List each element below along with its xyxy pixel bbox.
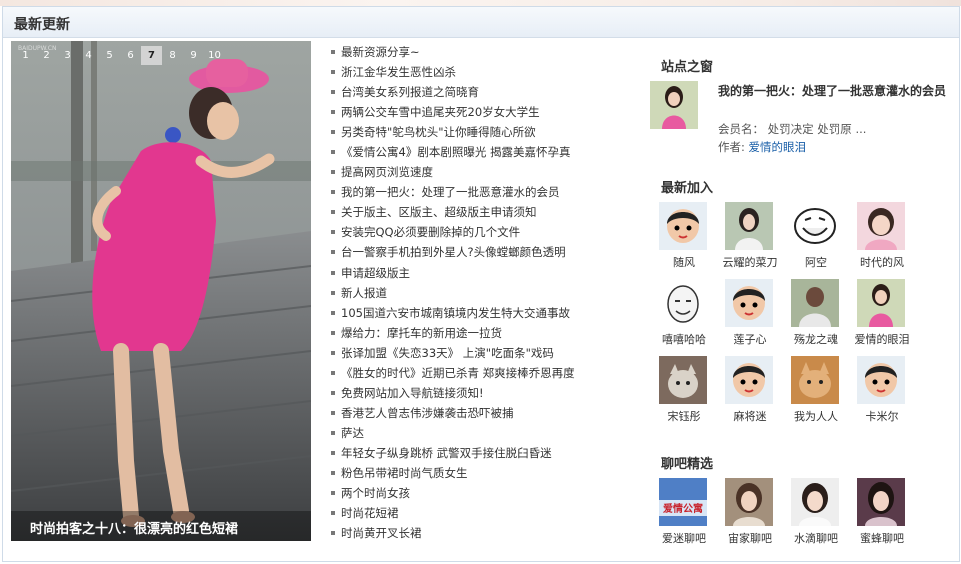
photo-avatar-icon[interactable]: [857, 478, 905, 526]
news-item[interactable]: 安装完QQ必须要删除掉的几个文件: [330, 222, 630, 242]
featured-article-meta: 会员名： 处罚决定 处罚原 ... 作者: 爱情的眼泪: [718, 120, 866, 156]
newest-members-title: 最新加入: [661, 181, 714, 196]
photo-avatar-icon[interactable]: [725, 478, 773, 526]
newest-members-grid: 随风 云耀的菜刀 阿空 时代的风 嘻嘻哈哈 莲子心 殇龙之魂 爱情的眼泪 宋钰彤…: [651, 202, 915, 433]
photo-slideshow[interactable]: BAIDUPW.CN 1 2 3 4 5 6 7 8 9 10 时尚拍客之十八：…: [11, 41, 311, 541]
member-name[interactable]: 卡米尔: [843, 408, 921, 424]
member-card[interactable]: 麻将迷: [717, 356, 783, 433]
photo-avatar-icon[interactable]: [725, 202, 773, 250]
cartoon-avatar-icon[interactable]: [725, 356, 773, 404]
news-item[interactable]: 提高网页浏览速度: [330, 162, 630, 182]
news-item[interactable]: 最新资源分享~: [330, 42, 630, 62]
sketch-face-avatar-icon[interactable]: [659, 279, 707, 327]
chat-card[interactable]: 蜜蜂聊吧: [849, 478, 915, 555]
news-item[interactable]: 关于版主、区版主、超级版主申请须知: [330, 202, 630, 222]
news-item[interactable]: 萨达: [330, 423, 630, 443]
slide-tab[interactable]: 1: [15, 46, 36, 65]
news-item[interactable]: 105国道六安市城南镇境内发生特大交通事故: [330, 303, 630, 323]
slide-tab[interactable]: 10: [204, 46, 225, 65]
member-card[interactable]: 爱情的眼泪: [849, 279, 915, 356]
member-card[interactable]: 嘻嘻哈哈: [651, 279, 717, 356]
member-value: 处罚决定 处罚原 ...: [767, 122, 867, 136]
cat-avatar-icon[interactable]: [791, 356, 839, 404]
slide-tabs: 1 2 3 4 5 6 7 8 9 10: [15, 46, 225, 65]
cat-avatar-icon[interactable]: [659, 356, 707, 404]
member-card[interactable]: 殇龙之魂: [783, 279, 849, 356]
author-link[interactable]: 爱情的眼泪: [749, 140, 807, 154]
slide-caption-bar: 时尚拍客之十八：很漂亮的红色短裙: [11, 511, 311, 541]
chat-banner-icon[interactable]: 爱情公寓: [659, 478, 707, 526]
news-item[interactable]: 两个时尚女孩: [330, 483, 630, 503]
news-item[interactable]: 时尚花短裙: [330, 503, 630, 523]
featured-article-title[interactable]: 我的第一把火：处理了一批恶意灌水的会员: [718, 82, 948, 100]
news-item[interactable]: 新人报道: [330, 283, 630, 303]
news-item[interactable]: 申请超级版主: [330, 263, 630, 283]
news-item[interactable]: 爆给力：摩托车的新用途一拉货: [330, 323, 630, 343]
member-card[interactable]: 卡米尔: [849, 356, 915, 433]
cartoon-avatar-icon[interactable]: [857, 356, 905, 404]
chat-picks-title: 聊吧精选: [661, 457, 714, 472]
panel-title: 最新更新: [14, 17, 70, 33]
news-item[interactable]: 《爱情公寓4》剧本剧照曝光 揭露美嘉怀孕真: [330, 142, 630, 162]
news-item[interactable]: 我的第一把火：处理了一批恶意灌水的会员: [330, 182, 630, 202]
news-item[interactable]: 张译加盟《失恋33天》 上演"吃面条"戏码: [330, 343, 630, 363]
site-window-title: 站点之窗: [661, 60, 714, 75]
chat-card[interactable]: 水滴聊吧: [783, 478, 849, 555]
photo-avatar-icon[interactable]: [791, 478, 839, 526]
chat-card[interactable]: 宙家聊吧: [717, 478, 783, 555]
featured-thumbnail[interactable]: [650, 81, 698, 129]
member-card[interactable]: 阿空: [783, 202, 849, 279]
photo-avatar-icon[interactable]: [857, 279, 905, 327]
cartoon-avatar-icon[interactable]: [725, 279, 773, 327]
news-item[interactable]: 《胜女的时代》近期已杀青 郑爽接棒乔恩再度: [330, 363, 630, 383]
chat-name[interactable]: 蜜蜂聊吧: [843, 530, 921, 546]
chat-banner-text: 爱情公寓: [663, 502, 703, 515]
member-card[interactable]: 宋钰彤: [651, 356, 717, 433]
news-item[interactable]: 时尚黄开叉长裙: [330, 523, 630, 543]
member-card[interactable]: 随风: [651, 202, 717, 279]
member-name[interactable]: 爱情的眼泪: [843, 331, 921, 347]
chat-picks-grid: 爱情公寓 爱迷聊吧 宙家聊吧 水滴聊吧 蜜蜂聊吧: [651, 478, 915, 555]
news-item[interactable]: 台一警察手机拍到外星人?头像螳螂颜色透明: [330, 242, 630, 262]
news-list: 最新资源分享~ 浙江金华发生恶性凶杀 台湾美女系列报道之简晓育 两辆公交车雪中追…: [330, 42, 630, 543]
slide-tab[interactable]: 2: [36, 46, 57, 65]
chat-card[interactable]: 爱情公寓 爱迷聊吧: [651, 478, 717, 555]
slide-tab[interactable]: 9: [183, 46, 204, 65]
slide-tab[interactable]: 6: [120, 46, 141, 65]
slide-tab[interactable]: 3: [57, 46, 78, 65]
news-item[interactable]: 年轻女子纵身跳桥 武警双手接住脱臼昏迷: [330, 443, 630, 463]
member-label: 会员名：: [718, 122, 764, 136]
member-card[interactable]: 时代的风: [849, 202, 915, 279]
photo-avatar-icon[interactable]: [857, 202, 905, 250]
slide-tab-active[interactable]: 7: [141, 46, 162, 65]
member-card[interactable]: 云耀的菜刀: [717, 202, 783, 279]
member-card[interactable]: 莲子心: [717, 279, 783, 356]
news-item[interactable]: 香港艺人曾志伟涉嫌袭击恐吓被捕: [330, 403, 630, 423]
slide-caption[interactable]: 时尚拍客之十八：很漂亮的红色短裙: [30, 518, 238, 537]
photo-avatar-icon[interactable]: [791, 279, 839, 327]
slide-tab[interactable]: 5: [99, 46, 120, 65]
slide-tab[interactable]: 4: [78, 46, 99, 65]
news-item[interactable]: 浙江金华发生恶性凶杀: [330, 62, 630, 82]
news-item[interactable]: 免费网站加入导航链接须知!: [330, 383, 630, 403]
cartoon-avatar-icon[interactable]: [659, 202, 707, 250]
panel-header: 最新更新: [3, 7, 959, 38]
author-label: 作者:: [718, 140, 745, 154]
news-item[interactable]: 台湾美女系列报道之简晓育: [330, 82, 630, 102]
news-item[interactable]: 粉色吊带裙时尚气质女生: [330, 463, 630, 483]
member-card[interactable]: 我为人人: [783, 356, 849, 433]
member-name[interactable]: 时代的风: [843, 254, 921, 270]
slide-photo: [11, 41, 311, 541]
news-item[interactable]: 两辆公交车雪中追尾夹死20岁女大学生: [330, 102, 630, 122]
trollface-avatar-icon[interactable]: [791, 202, 839, 250]
slide-tab[interactable]: 8: [162, 46, 183, 65]
news-item[interactable]: 另类奇特"鸵鸟枕头"让你睡得随心所欲: [330, 122, 630, 142]
